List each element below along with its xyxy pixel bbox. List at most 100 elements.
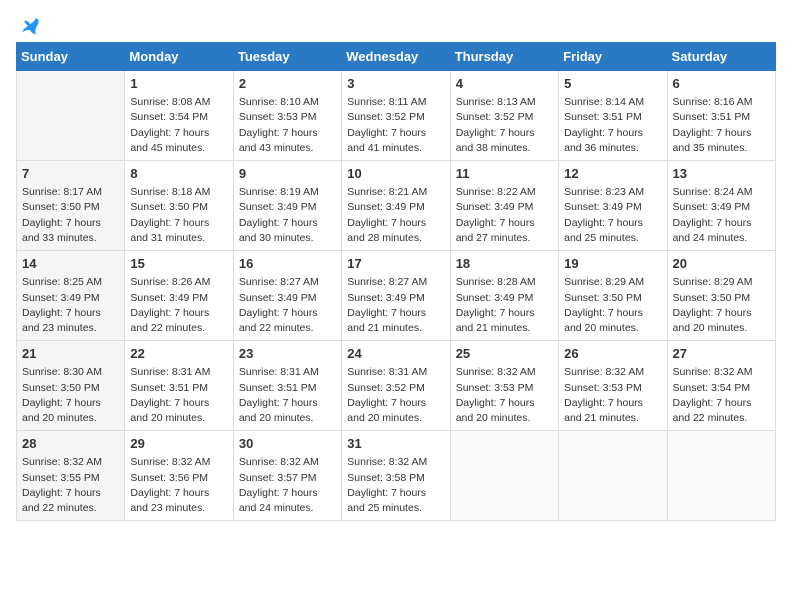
- day-number: 4: [456, 75, 553, 93]
- weekday-header-monday: Monday: [125, 43, 233, 71]
- calendar-cell: 20 Sunrise: 8:29 AM Sunset: 3:50 PM Dayli…: [667, 251, 775, 341]
- calendar-cell: 3 Sunrise: 8:11 AM Sunset: 3:52 PM Daylig…: [342, 71, 450, 161]
- day-info: Sunrise: 8:31 AM Sunset: 3:52 PM Dayligh…: [347, 365, 444, 426]
- day-number: 28: [22, 435, 119, 453]
- calendar-cell: 2 Sunrise: 8:10 AM Sunset: 3:53 PM Daylig…: [233, 71, 341, 161]
- day-number: 27: [673, 345, 770, 363]
- calendar-cell: 6 Sunrise: 8:16 AM Sunset: 3:51 PM Daylig…: [667, 71, 775, 161]
- day-info: Sunrise: 8:29 AM Sunset: 3:50 PM Dayligh…: [564, 275, 661, 336]
- logo: [16, 16, 42, 34]
- calendar-cell: 15 Sunrise: 8:26 AM Sunset: 3:49 PM Dayli…: [125, 251, 233, 341]
- day-info: Sunrise: 8:29 AM Sunset: 3:50 PM Dayligh…: [673, 275, 770, 336]
- calendar-cell: 29 Sunrise: 8:32 AM Sunset: 3:56 PM Dayli…: [125, 431, 233, 521]
- calendar-cell: 10Sunrise: 8:21 AM Sunset: 3:49 PM Dayli…: [342, 161, 450, 251]
- calendar-cell: 5 Sunrise: 8:14 AM Sunset: 3:51 PM Daylig…: [559, 71, 667, 161]
- day-info: Sunrise: 8:08 AM Sunset: 3:54 PM Dayligh…: [130, 95, 227, 156]
- calendar-cell: 25Sunrise: 8:32 AM Sunset: 3:53 PM Dayli…: [450, 341, 558, 431]
- day-info: Sunrise: 8:27 AM Sunset: 3:49 PM Dayligh…: [239, 275, 336, 336]
- day-number: 7: [22, 165, 119, 183]
- day-number: 5: [564, 75, 661, 93]
- day-info: Sunrise: 8:16 AM Sunset: 3:51 PM Dayligh…: [673, 95, 770, 156]
- calendar-cell: 7 Sunrise: 8:17 AM Sunset: 3:50 PM Daylig…: [17, 161, 125, 251]
- day-number: 18: [456, 255, 553, 273]
- weekday-header-saturday: Saturday: [667, 43, 775, 71]
- day-number: 29: [130, 435, 227, 453]
- calendar-cell: [450, 431, 558, 521]
- day-info: Sunrise: 8:17 AM Sunset: 3:50 PM Dayligh…: [22, 185, 119, 246]
- day-info: Sunrise: 8:32 AM Sunset: 3:58 PM Dayligh…: [347, 455, 444, 516]
- day-number: 26: [564, 345, 661, 363]
- day-number: 17: [347, 255, 444, 273]
- day-number: 30: [239, 435, 336, 453]
- day-info: Sunrise: 8:32 AM Sunset: 3:55 PM Dayligh…: [22, 455, 119, 516]
- weekday-header-wednesday: Wednesday: [342, 43, 450, 71]
- calendar-cell: [559, 431, 667, 521]
- day-info: Sunrise: 8:32 AM Sunset: 3:53 PM Dayligh…: [564, 365, 661, 426]
- calendar-table: SundayMondayTuesdayWednesdayThursdayFrid…: [16, 42, 776, 521]
- calendar-cell: 27 Sunrise: 8:32 AM Sunset: 3:54 PM Dayli…: [667, 341, 775, 431]
- day-info: Sunrise: 8:31 AM Sunset: 3:51 PM Dayligh…: [130, 365, 227, 426]
- calendar-cell: 26 Sunrise: 8:32 AM Sunset: 3:53 PM Dayli…: [559, 341, 667, 431]
- calendar-week-row: 28 Sunrise: 8:32 AM Sunset: 3:55 PM Dayli…: [17, 431, 776, 521]
- day-info: Sunrise: 8:26 AM Sunset: 3:49 PM Dayligh…: [130, 275, 227, 336]
- calendar-week-row: 7 Sunrise: 8:17 AM Sunset: 3:50 PM Daylig…: [17, 161, 776, 251]
- calendar-cell: 22 Sunrise: 8:31 AM Sunset: 3:51 PM Dayli…: [125, 341, 233, 431]
- day-number: 9: [239, 165, 336, 183]
- calendar-cell: 19 Sunrise: 8:29 AM Sunset: 3:50 PM Dayli…: [559, 251, 667, 341]
- day-info: Sunrise: 8:11 AM Sunset: 3:52 PM Dayligh…: [347, 95, 444, 156]
- day-number: 21: [22, 345, 119, 363]
- weekday-header-friday: Friday: [559, 43, 667, 71]
- day-info: Sunrise: 8:14 AM Sunset: 3:51 PM Dayligh…: [564, 95, 661, 156]
- day-number: 10: [347, 165, 444, 183]
- day-info: Sunrise: 8:23 AM Sunset: 3:49 PM Dayligh…: [564, 185, 661, 246]
- day-number: 1: [130, 75, 227, 93]
- day-info: Sunrise: 8:30 AM Sunset: 3:50 PM Dayligh…: [22, 365, 119, 426]
- calendar-cell: 18 Sunrise: 8:28 AM Sunset: 3:49 PM Dayli…: [450, 251, 558, 341]
- day-info: Sunrise: 8:19 AM Sunset: 3:49 PM Dayligh…: [239, 185, 336, 246]
- header: [16, 16, 776, 34]
- day-info: Sunrise: 8:32 AM Sunset: 3:57 PM Dayligh…: [239, 455, 336, 516]
- day-info: Sunrise: 8:31 AM Sunset: 3:51 PM Dayligh…: [239, 365, 336, 426]
- day-number: 14: [22, 255, 119, 273]
- day-number: 6: [673, 75, 770, 93]
- calendar-cell: 12 Sunrise: 8:23 AM Sunset: 3:49 PM Dayli…: [559, 161, 667, 251]
- calendar-cell: 1 Sunrise: 8:08 AM Sunset: 3:54 PM Daylig…: [125, 71, 233, 161]
- day-number: 13: [673, 165, 770, 183]
- day-info: Sunrise: 8:10 AM Sunset: 3:53 PM Dayligh…: [239, 95, 336, 156]
- day-info: Sunrise: 8:32 AM Sunset: 3:54 PM Dayligh…: [673, 365, 770, 426]
- calendar-cell: 17Sunrise: 8:27 AM Sunset: 3:49 PM Dayli…: [342, 251, 450, 341]
- day-info: Sunrise: 8:13 AM Sunset: 3:52 PM Dayligh…: [456, 95, 553, 156]
- day-number: 22: [130, 345, 227, 363]
- calendar-cell: [17, 71, 125, 161]
- day-number: 24: [347, 345, 444, 363]
- day-info: Sunrise: 8:28 AM Sunset: 3:49 PM Dayligh…: [456, 275, 553, 336]
- calendar-cell: 24 Sunrise: 8:31 AM Sunset: 3:52 PM Dayli…: [342, 341, 450, 431]
- day-number: 23: [239, 345, 336, 363]
- calendar-week-row: 21 Sunrise: 8:30 AM Sunset: 3:50 PM Dayli…: [17, 341, 776, 431]
- calendar-cell: 30 Sunrise: 8:32 AM Sunset: 3:57 PM Dayli…: [233, 431, 341, 521]
- day-info: Sunrise: 8:24 AM Sunset: 3:49 PM Dayligh…: [673, 185, 770, 246]
- day-number: 11: [456, 165, 553, 183]
- calendar-cell: 9 Sunrise: 8:19 AM Sunset: 3:49 PM Daylig…: [233, 161, 341, 251]
- day-number: 19: [564, 255, 661, 273]
- calendar-cell: 8Sunrise: 8:18 AM Sunset: 3:50 PM Daylig…: [125, 161, 233, 251]
- day-info: Sunrise: 8:25 AM Sunset: 3:49 PM Dayligh…: [22, 275, 119, 336]
- calendar-cell: 13 Sunrise: 8:24 AM Sunset: 3:49 PM Dayli…: [667, 161, 775, 251]
- calendar-week-row: 14 Sunrise: 8:25 AM Sunset: 3:49 PM Dayli…: [17, 251, 776, 341]
- day-info: Sunrise: 8:32 AM Sunset: 3:56 PM Dayligh…: [130, 455, 227, 516]
- day-number: 25: [456, 345, 553, 363]
- day-number: 3: [347, 75, 444, 93]
- calendar-cell: 11Sunrise: 8:22 AM Sunset: 3:49 PM Dayli…: [450, 161, 558, 251]
- day-number: 15: [130, 255, 227, 273]
- weekday-header-sunday: Sunday: [17, 43, 125, 71]
- calendar-cell: 28 Sunrise: 8:32 AM Sunset: 3:55 PM Dayli…: [17, 431, 125, 521]
- calendar-cell: 31Sunrise: 8:32 AM Sunset: 3:58 PM Dayli…: [342, 431, 450, 521]
- day-number: 12: [564, 165, 661, 183]
- calendar-cell: 16Sunrise: 8:27 AM Sunset: 3:49 PM Dayli…: [233, 251, 341, 341]
- calendar-header-row: SundayMondayTuesdayWednesdayThursdayFrid…: [17, 43, 776, 71]
- calendar-week-row: 1 Sunrise: 8:08 AM Sunset: 3:54 PM Daylig…: [17, 71, 776, 161]
- day-number: 2: [239, 75, 336, 93]
- day-number: 20: [673, 255, 770, 273]
- calendar-cell: 4 Sunrise: 8:13 AM Sunset: 3:52 PM Daylig…: [450, 71, 558, 161]
- weekday-header-tuesday: Tuesday: [233, 43, 341, 71]
